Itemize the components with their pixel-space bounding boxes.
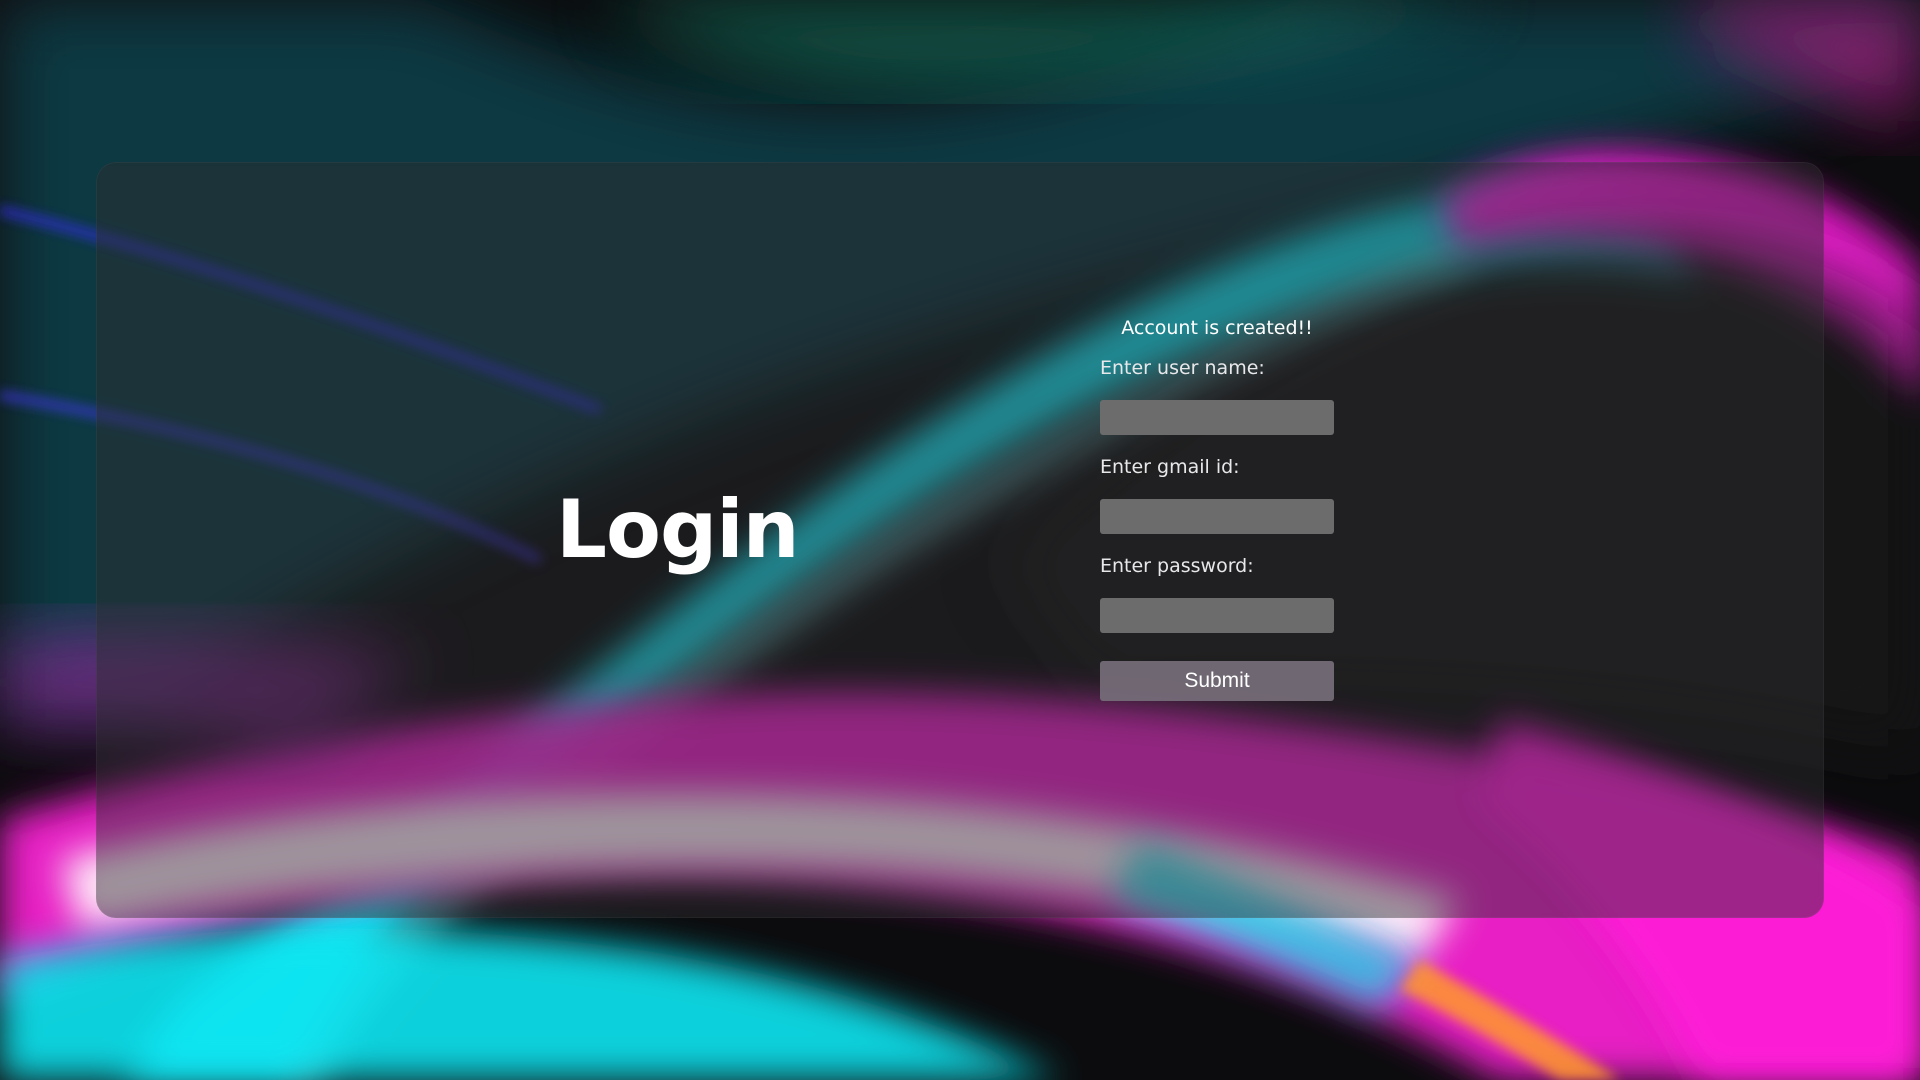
page-title: Login — [556, 483, 800, 576]
password-input[interactable] — [1100, 598, 1334, 633]
login-card — [96, 162, 1824, 918]
gmail-label: Enter gmail id: — [1100, 456, 1240, 478]
username-label: Enter user name: — [1100, 357, 1265, 379]
submit-button[interactable]: Submit — [1100, 661, 1334, 701]
username-input[interactable] — [1100, 400, 1334, 435]
password-label: Enter password: — [1100, 555, 1254, 577]
signup-form: Account is created!! Enter user name: En… — [1100, 312, 1334, 701]
gmail-input[interactable] — [1100, 499, 1334, 534]
status-message: Account is created!! — [1121, 317, 1313, 339]
login-page: Login Account is created!! Enter user na… — [0, 0, 1920, 1080]
